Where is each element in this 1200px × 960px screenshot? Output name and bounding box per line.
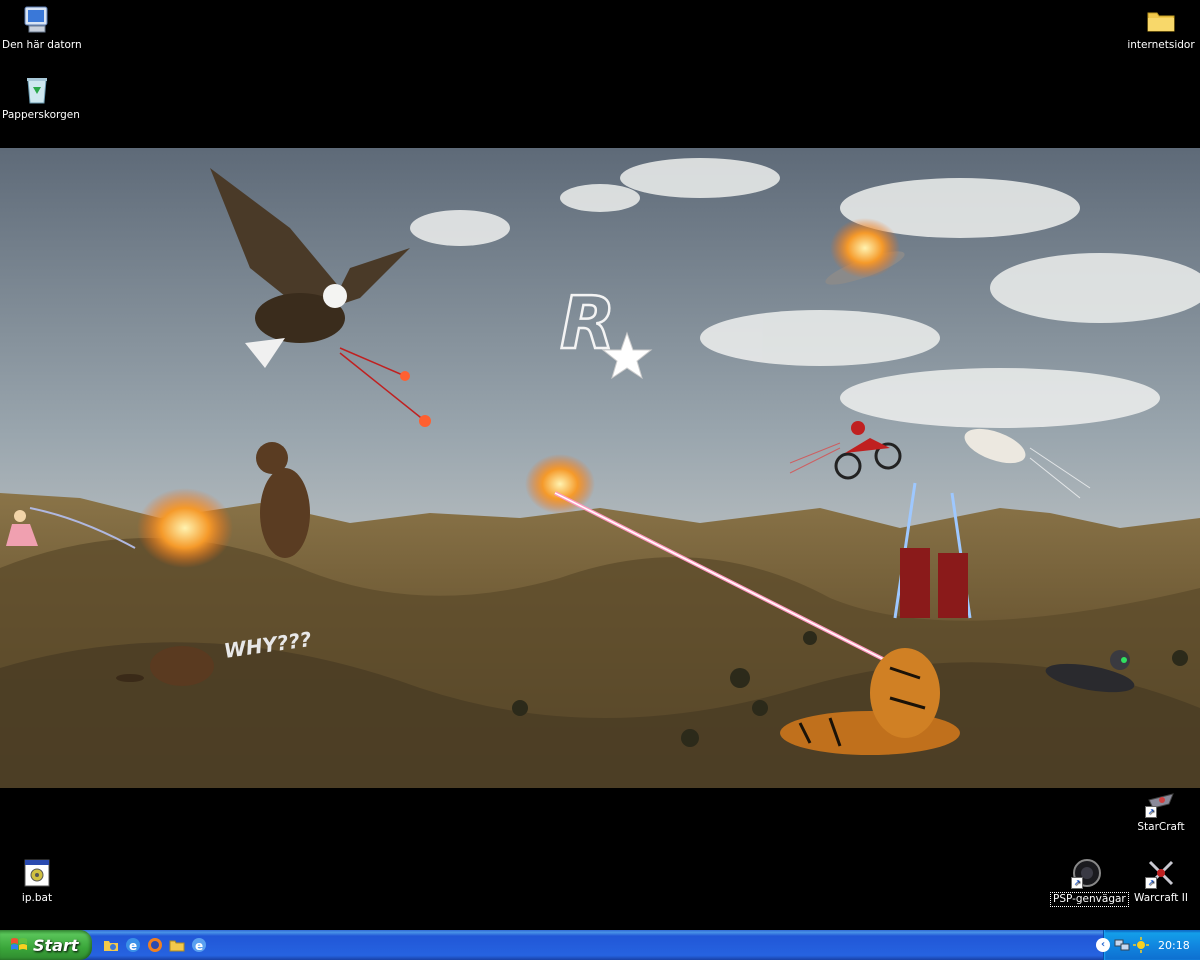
warcraft-ii-icon: ↗: [1145, 857, 1177, 889]
batch-file-icon: [21, 857, 53, 889]
recycle-bin-icon: [21, 74, 53, 106]
ie-alt-icon[interactable]: e: [190, 936, 208, 954]
desktop-icon-label: Papperskorgen: [2, 109, 80, 121]
desktop-icon-label: StarCraft: [1137, 821, 1185, 833]
desktop-icon-label: Den här datorn: [2, 39, 82, 51]
start-button[interactable]: Start: [0, 930, 92, 960]
shortcut-arrow-icon: ↗: [1071, 877, 1083, 889]
desktop-icon-label: Warcraft II: [1134, 892, 1188, 904]
desktop-icon-my-computer[interactable]: Den här datorn: [0, 4, 82, 52]
show-hidden-icons-chevron[interactable]: ‹: [1096, 938, 1110, 952]
firefox-icon[interactable]: [146, 936, 164, 954]
network-icon[interactable]: [1114, 937, 1130, 953]
quick-launch-bar: e e: [102, 936, 208, 954]
desktop-icon-psp-genvagar[interactable]: ↗ PSP-genvägar: [1050, 857, 1129, 907]
windows-flag-icon: [11, 938, 27, 950]
svg-text:e: e: [195, 939, 203, 953]
desktop-icon-label: internetsidor: [1127, 39, 1195, 51]
internet-explorer-icon[interactable]: e: [124, 936, 142, 954]
folder-icon: [1145, 4, 1177, 36]
desktop-icon-recycle-bin[interactable]: Papperskorgen: [0, 74, 80, 122]
shortcut-arrow-icon: ↗: [1145, 806, 1157, 818]
folder-icon[interactable]: [168, 936, 186, 954]
desktop-icon-label: ip.bat: [21, 892, 53, 904]
taskbar: Start e e ‹ 20:18: [0, 930, 1200, 960]
desktop-icon-label: PSP-genvägar: [1050, 892, 1129, 907]
desktop-icon-starcraft[interactable]: ↗ StarCraft: [1124, 786, 1198, 834]
shortcut-arrow-icon: ↗: [1145, 877, 1157, 889]
sun-icon[interactable]: [1133, 937, 1149, 953]
explorer-icon[interactable]: [102, 936, 120, 954]
svg-text:e: e: [129, 939, 137, 953]
psp-icon: ↗: [1071, 857, 1103, 889]
desktop-icon-warcraft-ii[interactable]: ↗ Warcraft II: [1124, 857, 1198, 905]
system-tray: ‹ 20:18: [1096, 930, 1200, 960]
my-computer-icon: [21, 4, 53, 36]
desktop-icon-internetsidor[interactable]: internetsidor: [1124, 4, 1198, 52]
clock[interactable]: 20:18: [1158, 939, 1190, 952]
starcraft-icon: ↗: [1145, 786, 1177, 818]
start-label: Start: [33, 935, 79, 955]
desktop-wallpaper: R WHY???: [0, 148, 1200, 788]
desktop-icon-ip-bat[interactable]: ip.bat: [0, 857, 74, 905]
